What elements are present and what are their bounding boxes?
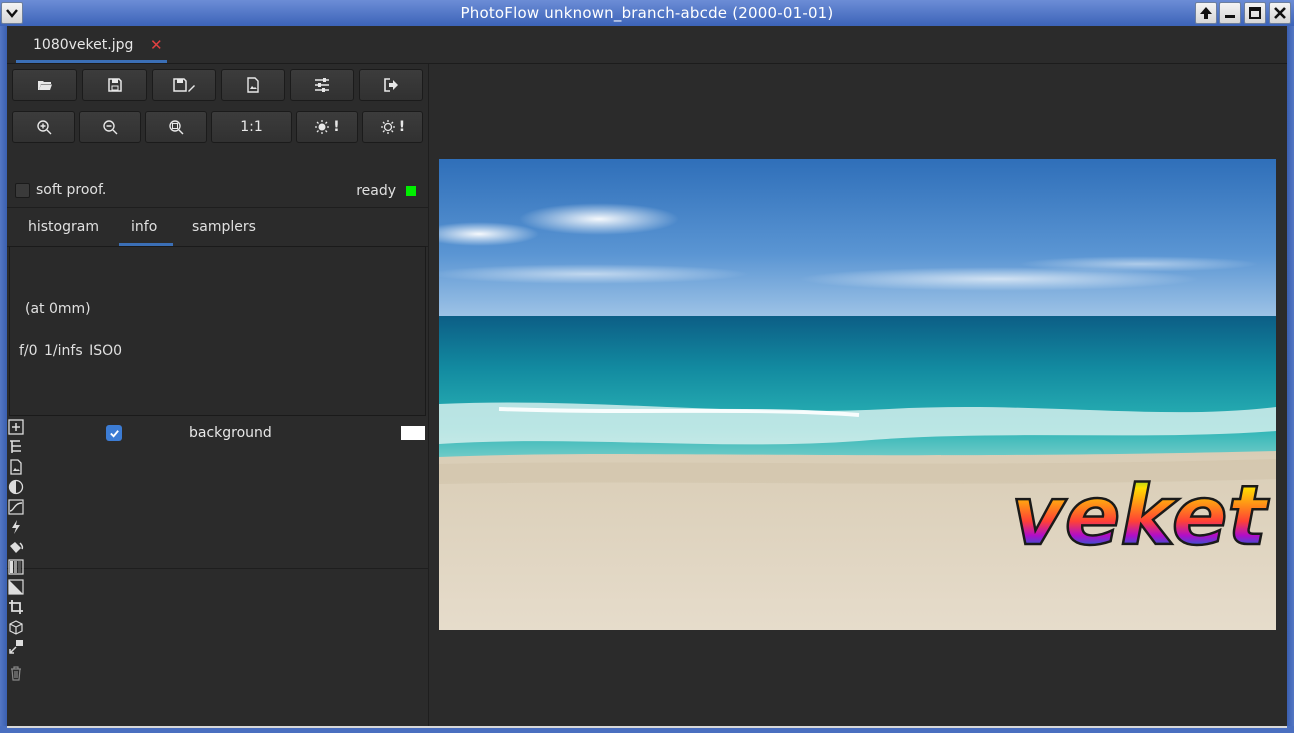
save-button[interactable]: [82, 69, 147, 101]
softproof-checkbox[interactable]: [15, 182, 30, 198]
status-label: ready: [356, 183, 396, 199]
contrast-button[interactable]: [8, 479, 24, 495]
paint-icon: [10, 542, 24, 553]
sun-outline-icon: [380, 120, 395, 134]
tab-samplers[interactable]: samplers: [173, 208, 263, 246]
zoom-100-button[interactable]: 1:1: [211, 111, 292, 143]
tab-info-label: info: [131, 219, 158, 235]
document-tab-label: 1080veket.jpg: [33, 37, 134, 53]
save-icon: [107, 78, 122, 92]
window-frame-left: [0, 26, 7, 733]
curves-icon: [8, 499, 24, 515]
window-shade-button[interactable]: [1195, 2, 1217, 24]
zoom-fit-button[interactable]: [145, 111, 207, 143]
gradient-icon: [8, 559, 24, 575]
group-icon: [10, 440, 21, 453]
open-icon: [37, 81, 52, 90]
curves-button[interactable]: [8, 499, 24, 515]
exit-button[interactable]: [359, 69, 423, 101]
add-layer-icon: [8, 419, 24, 435]
window-minimize-button[interactable]: [1219, 2, 1241, 24]
tab-histogram-label: histogram: [28, 219, 99, 235]
softproof-toggle[interactable]: soft proof.: [15, 182, 106, 198]
tab-info[interactable]: info: [119, 208, 173, 246]
transform-button[interactable]: [8, 619, 24, 635]
image-icon: [10, 459, 22, 475]
exit-icon: [384, 78, 398, 92]
highlights-warning-label: !: [333, 119, 340, 135]
save-as-button[interactable]: [152, 69, 216, 101]
close-icon: [1274, 7, 1286, 19]
window-frame-right: [1287, 26, 1294, 733]
shadows-warning-button[interactable]: !: [362, 111, 423, 143]
softproof-label: soft proof.: [36, 182, 107, 198]
app-body: 1080veket.jpg ✕ 1:1 ! ! soft proof. read…: [7, 26, 1287, 726]
layer-mask-swatch[interactable]: [401, 426, 425, 440]
export-image-icon: [247, 77, 259, 93]
settings-sliders-icon: [315, 78, 329, 92]
tab-histogram[interactable]: histogram: [7, 208, 118, 246]
zoom-100-label: 1:1: [240, 119, 263, 135]
zoom-fit-icon: [169, 120, 184, 135]
settings-button[interactable]: [290, 69, 354, 101]
layer-row[interactable]: background: [27, 422, 427, 444]
image-layer-button[interactable]: [8, 459, 24, 475]
beach-photo: veket: [439, 159, 1276, 630]
trash-icon: [11, 666, 21, 681]
gradient-button[interactable]: [8, 559, 24, 575]
crop-button[interactable]: [8, 599, 24, 615]
document-tab-underline: [16, 60, 167, 63]
delete-layer-button[interactable]: [8, 665, 24, 681]
contrast-icon: [8, 479, 24, 495]
diagonal-icon: [8, 579, 24, 595]
window-close-button[interactable]: [1269, 2, 1291, 24]
window-maximize-button[interactable]: [1244, 2, 1266, 24]
diagonal-button[interactable]: [8, 579, 24, 595]
document-tab[interactable]: 1080veket.jpg ✕: [16, 26, 167, 63]
checkmark-icon: [109, 429, 119, 438]
info-lens-line: (at 0mm): [25, 301, 91, 317]
panel-tab-bar: histogram info samplers: [7, 207, 428, 247]
status-led: [406, 186, 416, 196]
clone-icon: [9, 640, 23, 654]
shadows-warning-label: !: [398, 119, 406, 135]
arrow-up-icon: [1200, 7, 1212, 19]
open-button[interactable]: [12, 69, 77, 101]
clone-button[interactable]: [8, 639, 24, 655]
lightning-icon: [12, 520, 20, 534]
photo-preview[interactable]: veket: [439, 159, 1276, 630]
zoom-out-icon: [103, 120, 118, 135]
group-button[interactable]: [8, 439, 24, 455]
tab-samplers-label: samplers: [192, 219, 256, 235]
lightning-button[interactable]: [8, 519, 24, 535]
sun-filled-icon: [315, 120, 330, 134]
zoom-in-icon: [36, 120, 51, 135]
info-exposure-line: f/0 1/infs ISO0: [19, 343, 123, 359]
transform-icon: [9, 620, 23, 635]
layer-name: background: [189, 425, 272, 441]
minimize-icon: [1225, 15, 1235, 18]
highlights-warning-button[interactable]: !: [296, 111, 358, 143]
maximize-icon: [1249, 7, 1261, 19]
watermark-text: veket: [1011, 469, 1269, 564]
window-title: PhotoFlow unknown_branch-abcde (2000-01-…: [460, 4, 834, 22]
window-titlebar: PhotoFlow unknown_branch-abcde (2000-01-…: [0, 0, 1294, 26]
layers-panel: background: [7, 418, 428, 569]
paint-button[interactable]: [8, 539, 24, 555]
document-tab-bar: 1080veket.jpg ✕: [7, 26, 1287, 64]
info-panel: (at 0mm) f/0 1/infs ISO0: [9, 246, 426, 416]
export-button[interactable]: [221, 69, 285, 101]
document-tab-close-icon[interactable]: ✕: [150, 36, 163, 54]
crop-icon: [9, 600, 23, 614]
status-indicator: ready: [356, 183, 416, 199]
layer-visibility-checkbox[interactable]: [106, 425, 122, 441]
left-panel: 1:1 ! ! soft proof. ready histogram info: [7, 64, 429, 726]
zoom-in-button[interactable]: [12, 111, 75, 143]
window-frame-bottom: [0, 726, 1294, 733]
zoom-out-button[interactable]: [79, 111, 141, 143]
image-viewer[interactable]: veket: [429, 64, 1287, 726]
add-layer-button[interactable]: [8, 419, 24, 435]
save-as-icon: [173, 78, 195, 92]
